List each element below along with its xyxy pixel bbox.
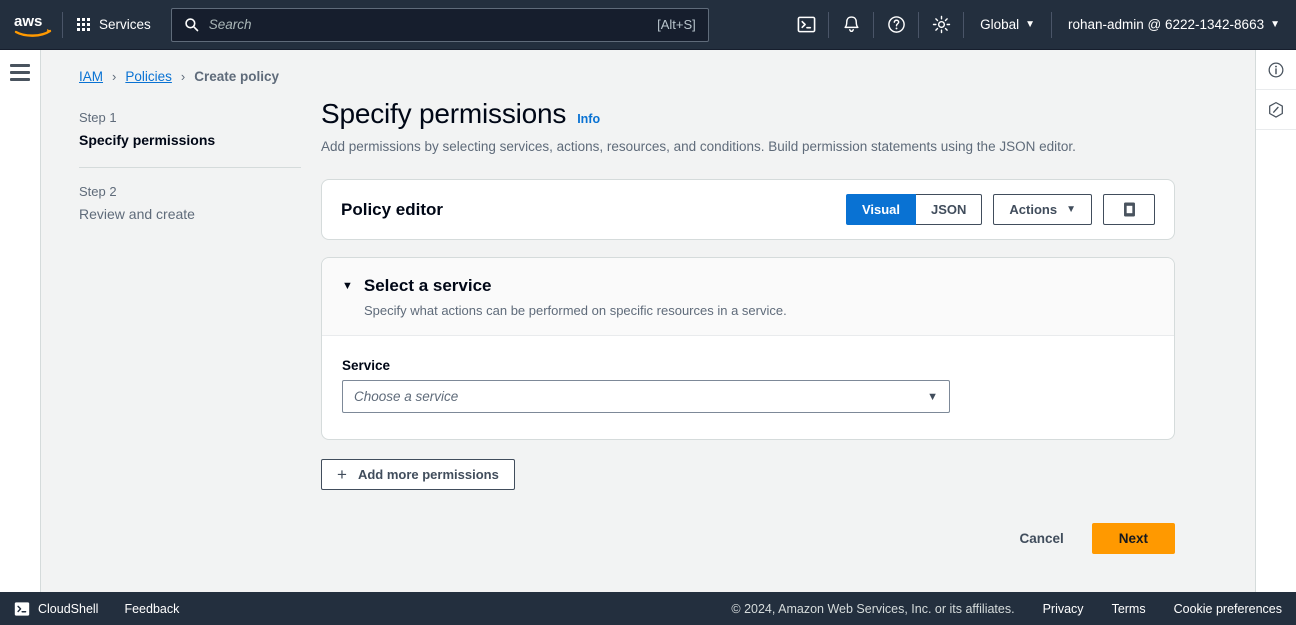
top-navigation-bar: aws Services [Alt+S] bbox=[0, 0, 1296, 50]
content-columns: Step 1 Specify permissions Step 2 Review… bbox=[41, 84, 1255, 554]
footer-copyright: © 2024, Amazon Web Services, Inc. or its… bbox=[731, 601, 1015, 616]
notifications-button[interactable] bbox=[829, 0, 873, 50]
add-more-permissions-button[interactable]: + Add more permissions bbox=[321, 459, 515, 490]
aws-logo[interactable]: aws bbox=[0, 0, 62, 50]
region-label: Global bbox=[980, 17, 1020, 32]
panel-toggle-button[interactable] bbox=[1103, 194, 1155, 225]
right-utility-rail bbox=[1255, 50, 1296, 592]
page-title-row: Specify permissions Info bbox=[321, 98, 1175, 130]
notifications-bell-icon bbox=[843, 16, 859, 33]
app-grid-icon bbox=[77, 18, 90, 31]
cancel-button[interactable]: Cancel bbox=[1001, 523, 1081, 554]
wizard-step-2[interactable]: Step 2 Review and create bbox=[79, 184, 321, 222]
cloudshell-icon bbox=[14, 601, 30, 616]
footer-cookie-preferences-link[interactable]: Cookie preferences bbox=[1174, 602, 1282, 616]
breadcrumb-item-policies[interactable]: Policies bbox=[125, 69, 172, 84]
chevron-down-icon: ▼ bbox=[1025, 18, 1035, 30]
hamburger-icon bbox=[10, 64, 30, 67]
hexagon-shell-icon bbox=[1269, 101, 1283, 118]
policy-editor-header: Policy editor Visual JSON Actions ▼ bbox=[322, 180, 1174, 239]
service-select[interactable]: Choose a service ▼ bbox=[342, 380, 950, 413]
info-circle-icon bbox=[1268, 62, 1284, 77]
search-shortcut-hint: [Alt+S] bbox=[657, 17, 696, 32]
wizard-footer-actions: Cancel Next bbox=[321, 523, 1175, 554]
actions-label: Actions bbox=[1009, 202, 1058, 217]
footer-privacy-link[interactable]: Privacy bbox=[1043, 602, 1084, 616]
page-body: Specify permissions Info Add permissions… bbox=[321, 98, 1255, 554]
service-field-label: Service bbox=[342, 358, 391, 373]
settings-gear-icon bbox=[932, 15, 950, 34]
select-service-card: ▼ Select a service Specify what actions … bbox=[321, 257, 1175, 440]
svg-text:aws: aws bbox=[14, 13, 42, 30]
editor-mode-segmented-control: Visual JSON bbox=[845, 194, 983, 225]
cloudshell-icon-button[interactable] bbox=[784, 0, 828, 50]
cloudshell-icon bbox=[797, 16, 815, 33]
breadcrumb-separator-icon: › bbox=[112, 69, 117, 84]
hamburger-icon bbox=[10, 78, 30, 81]
breadcrumb-item-current: Create policy bbox=[194, 69, 280, 84]
info-link[interactable]: Info bbox=[577, 112, 600, 126]
footer-feedback-link[interactable]: Feedback bbox=[124, 602, 179, 616]
plus-icon: + bbox=[337, 465, 347, 484]
settings-button[interactable] bbox=[919, 0, 963, 50]
breadcrumb-item-iam[interactable]: IAM bbox=[79, 69, 103, 84]
service-select-placeholder: Choose a service bbox=[354, 389, 459, 404]
page-footer: CloudShell Feedback © 2024, Amazon Web S… bbox=[0, 592, 1296, 625]
services-menu-button[interactable]: Services bbox=[63, 0, 165, 50]
assistant-panel-button[interactable] bbox=[1256, 90, 1296, 130]
wizard-steps-nav: Step 1 Specify permissions Step 2 Review… bbox=[41, 98, 321, 554]
step-1-label: Specify permissions bbox=[79, 132, 216, 148]
chevron-down-icon: ▼ bbox=[927, 390, 938, 403]
account-label: rohan-admin @ 6222-1342-8663 bbox=[1068, 17, 1265, 32]
select-service-header: ▼ Select a service Specify what actions … bbox=[322, 258, 1174, 336]
tab-visual[interactable]: Visual bbox=[845, 194, 917, 225]
main-content-area: IAM › Policies › Create policy Step 1 Sp… bbox=[41, 50, 1255, 592]
account-menu[interactable]: rohan-admin @ 6222-1342-8663 ▼ bbox=[1052, 0, 1296, 50]
footer-cloudshell-button[interactable]: CloudShell bbox=[14, 601, 98, 617]
chevron-down-icon: ▼ bbox=[342, 279, 353, 292]
chevron-down-icon: ▼ bbox=[1066, 203, 1076, 215]
footer-terms-link[interactable]: Terms bbox=[1112, 602, 1146, 616]
info-panel-button[interactable] bbox=[1256, 50, 1296, 90]
page-subtitle: Add permissions by selecting services, a… bbox=[321, 139, 1076, 154]
top-nav-right-group: Global ▼ rohan-admin @ 6222-1342-8663 ▼ bbox=[784, 0, 1296, 50]
search-icon bbox=[185, 18, 199, 32]
select-service-body: Service Choose a service ▼ bbox=[322, 336, 1174, 439]
help-button[interactable] bbox=[874, 0, 918, 50]
menu-toggle-button[interactable] bbox=[10, 64, 30, 592]
breadcrumb: IAM › Policies › Create policy bbox=[41, 50, 1255, 84]
chevron-down-icon: ▼ bbox=[1270, 18, 1280, 30]
footer-cloudshell-label: CloudShell bbox=[38, 601, 99, 616]
region-selector[interactable]: Global ▼ bbox=[964, 0, 1051, 50]
footer-left-group: CloudShell Feedback bbox=[14, 601, 179, 617]
step-2-number: Step 2 bbox=[79, 184, 117, 199]
panel-square-icon bbox=[1123, 202, 1135, 217]
policy-editor-actions: Visual JSON Actions ▼ bbox=[845, 194, 1155, 225]
policy-editor-card: Policy editor Visual JSON Actions ▼ bbox=[321, 179, 1175, 240]
breadcrumb-separator-icon: › bbox=[180, 69, 186, 84]
select-service-toggle[interactable]: ▼ Select a service bbox=[342, 276, 1154, 296]
hamburger-icon bbox=[10, 71, 30, 74]
search-input[interactable] bbox=[208, 17, 658, 32]
wizard-step-1: Step 1 Specify permissions bbox=[79, 110, 321, 148]
select-service-description: Specify what actions can be performed on… bbox=[364, 303, 787, 318]
step-2-label: Review and create bbox=[79, 206, 195, 222]
tab-json[interactable]: JSON bbox=[916, 194, 983, 225]
page-title: Specify permissions bbox=[321, 98, 567, 129]
left-navigation-rail bbox=[0, 50, 41, 592]
step-1-number: Step 1 bbox=[79, 110, 117, 125]
add-more-permissions-label: Add more permissions bbox=[357, 467, 499, 482]
steps-divider bbox=[79, 167, 301, 168]
footer-right-group: © 2024, Amazon Web Services, Inc. or its… bbox=[731, 602, 1282, 616]
select-service-title: Select a service bbox=[363, 276, 492, 295]
global-search-box[interactable]: [Alt+S] bbox=[170, 7, 709, 42]
policy-editor-title: Policy editor bbox=[341, 199, 444, 219]
next-button[interactable]: Next bbox=[1091, 523, 1175, 554]
services-label: Services bbox=[99, 17, 151, 32]
help-circle-icon bbox=[887, 16, 905, 33]
actions-dropdown-button[interactable]: Actions ▼ bbox=[993, 194, 1092, 225]
